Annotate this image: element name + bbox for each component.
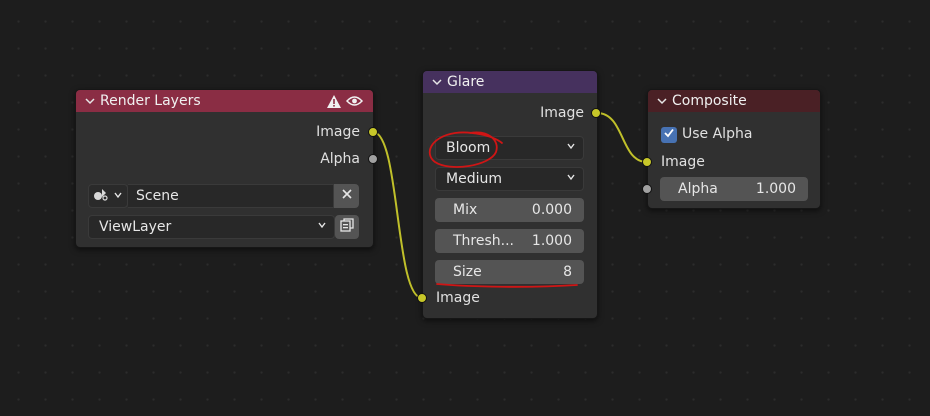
scene-icon	[93, 187, 109, 205]
size-label: Size	[453, 264, 482, 280]
glare-header[interactable]: Glare	[423, 71, 597, 93]
chevron-down-icon[interactable]	[656, 95, 668, 107]
composite-input-image-label: Image	[661, 154, 705, 170]
render-layers-alpha-socket[interactable]	[368, 154, 378, 164]
wire-glare-to-composite	[596, 112, 648, 163]
render-layers-image-socket[interactable]	[368, 127, 378, 137]
threshold-value: 1.000	[531, 233, 572, 249]
chevron-down-icon	[565, 171, 577, 187]
warning-icon	[326, 94, 342, 113]
glare-output-image-label: Image	[540, 105, 584, 121]
mix-value: 0.000	[531, 202, 572, 218]
scene-browse-button[interactable]	[88, 184, 128, 208]
threshold-label: Thresh...	[453, 233, 515, 249]
composite-header[interactable]: Composite	[648, 90, 820, 112]
composite-alpha-socket[interactable]	[642, 184, 652, 194]
use-alpha-checkbox[interactable]	[661, 127, 677, 143]
scene-value: Scene	[136, 188, 179, 204]
chevron-down-icon	[113, 188, 123, 204]
render-layers-title: Render Layers	[100, 93, 201, 109]
glare-input-image-label: Image	[436, 290, 480, 306]
size-value: 8	[563, 264, 572, 280]
render-layers-header[interactable]: Render Layers	[76, 90, 373, 112]
wire-renderlayers-to-glare	[372, 131, 423, 299]
glare-quality-value: Medium	[446, 171, 502, 187]
eye-icon[interactable]	[345, 95, 364, 111]
glare-output-image-socket[interactable]	[591, 108, 601, 118]
chevron-down-icon	[565, 140, 577, 156]
composite-input-image-socket[interactable]	[642, 157, 652, 167]
close-icon	[341, 188, 353, 204]
glare-input-image-socket[interactable]	[417, 293, 427, 303]
chevron-down-icon[interactable]	[431, 76, 443, 88]
glare-quality-dropdown[interactable]: Medium	[435, 167, 584, 191]
glare-node[interactable]: Glare Image Bloom Medium Mix 0.000 Thres…	[422, 70, 598, 319]
composite-alpha-label: Alpha	[678, 181, 718, 197]
glare-mix-field[interactable]: Mix 0.000	[435, 198, 584, 222]
chevron-down-icon[interactable]	[84, 95, 96, 107]
output-alpha-label: Alpha	[320, 151, 360, 167]
chevron-down-icon	[316, 219, 328, 235]
scene-clear-button[interactable]	[334, 184, 359, 208]
composite-node[interactable]: Composite Use Alpha Image Alpha 1.000	[647, 89, 821, 209]
render-layers-node[interactable]: Render Layers Image Alpha Scene ViewLaye…	[75, 89, 374, 248]
view-layer-dropdown[interactable]: ViewLayer	[88, 215, 335, 239]
glare-title: Glare	[447, 74, 485, 90]
glare-type-dropdown[interactable]: Bloom	[435, 136, 584, 160]
composite-alpha-field[interactable]: Alpha 1.000	[660, 177, 808, 201]
mix-label: Mix	[453, 202, 478, 218]
use-alpha-label[interactable]: Use Alpha	[682, 126, 752, 142]
glare-size-field[interactable]: Size 8	[435, 260, 584, 284]
glare-type-value: Bloom	[446, 140, 491, 156]
checkmark-icon	[663, 127, 675, 143]
composite-alpha-value: 1.000	[755, 181, 796, 197]
copy-icon	[339, 217, 355, 237]
composite-title: Composite	[672, 93, 747, 109]
output-image-label: Image	[316, 124, 360, 140]
view-layer-copy-button[interactable]	[335, 215, 359, 239]
view-layer-value: ViewLayer	[99, 219, 172, 235]
glare-threshold-field[interactable]: Thresh... 1.000	[435, 229, 584, 253]
scene-field[interactable]: Scene	[128, 184, 334, 208]
